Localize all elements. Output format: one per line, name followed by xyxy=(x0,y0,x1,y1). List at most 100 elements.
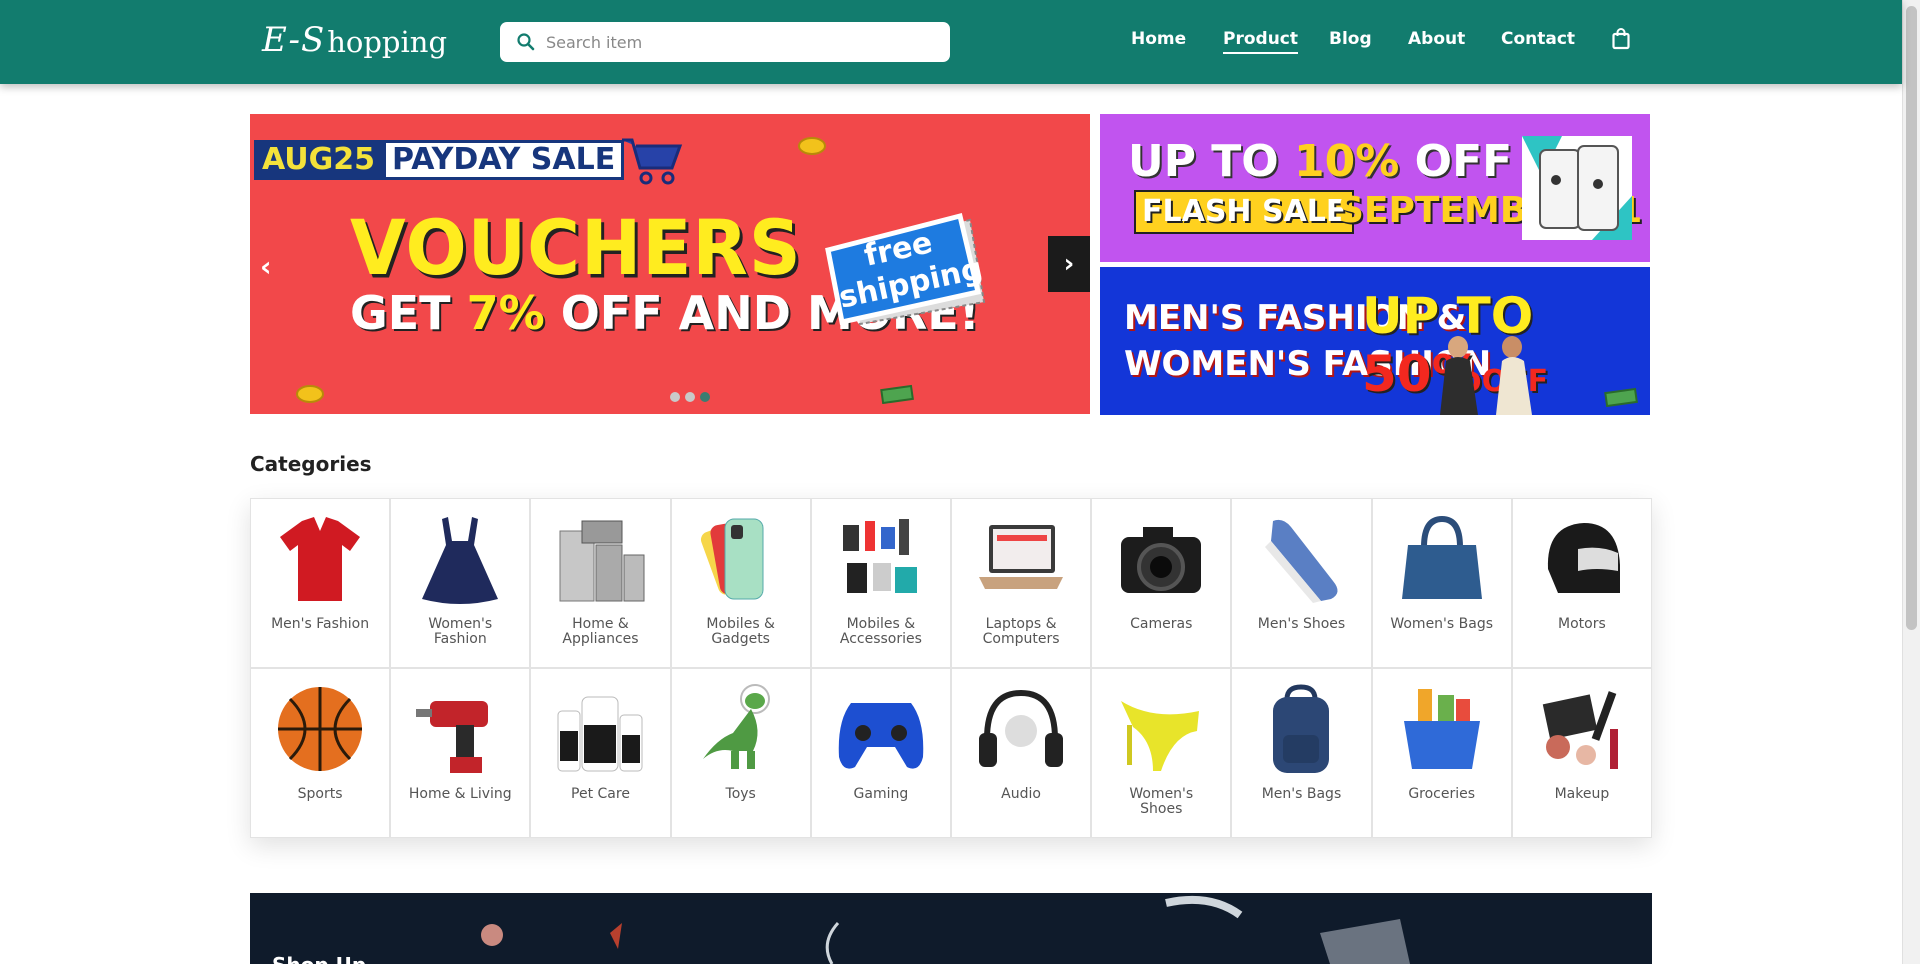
gamepad-icon xyxy=(831,679,931,779)
payday-tag: AUG25 PAYDAY SALE xyxy=(254,140,625,180)
slider-headline: VOUCHERS xyxy=(350,203,802,293)
slider-prev-button[interactable]: ‹ xyxy=(260,250,272,283)
category-audio[interactable]: Audio xyxy=(950,668,1092,838)
category-label: Mobiles & Accessories xyxy=(839,616,922,647)
flash-sale-label: FLASH SALE xyxy=(1134,190,1355,234)
coin-icon xyxy=(296,385,324,403)
category-label: Laptops & Computers xyxy=(982,616,1060,647)
category-groceries[interactable]: Groceries xyxy=(1371,668,1512,838)
drill-icon xyxy=(410,679,510,779)
upto-off: OFF xyxy=(1399,136,1513,187)
cash-icon xyxy=(880,384,914,404)
free-shipping-badge: free shipping xyxy=(820,206,996,336)
nav-contact[interactable]: Contact xyxy=(1501,26,1575,52)
camera-icon xyxy=(1111,509,1211,609)
category-mens-shoes[interactable]: Men's Shoes xyxy=(1231,498,1372,668)
upto-text: UP TO xyxy=(1128,136,1295,187)
category-label: Audio xyxy=(1001,786,1041,802)
category-pet-care[interactable]: Pet Care xyxy=(530,668,671,838)
category-motors[interactable]: Motors xyxy=(1511,498,1652,668)
helmet-icon xyxy=(1532,509,1632,609)
category-label: Makeup xyxy=(1554,786,1610,802)
category-makeup[interactable]: Makeup xyxy=(1511,668,1652,838)
slider-dots xyxy=(670,392,710,402)
categories-heading: Categories xyxy=(250,452,372,476)
sneaker-icon xyxy=(1251,509,1351,609)
category-label: Men's Fashion xyxy=(271,616,370,632)
category-womens-shoes[interactable]: Women's Shoes xyxy=(1091,668,1232,838)
laptop-icon xyxy=(971,509,1071,609)
subline-pct: 7% xyxy=(466,286,545,340)
toy-dinosaur-icon xyxy=(691,679,791,779)
shopping-bag-icon[interactable] xyxy=(1612,28,1630,50)
scrollbar-thumb[interactable] xyxy=(1906,6,1917,630)
cash-icon xyxy=(1604,387,1638,407)
slider-dot-1[interactable] xyxy=(670,392,680,402)
accessories-icon xyxy=(831,509,931,609)
categories-grid: Men's Fashion Women's Fashion Home & App… xyxy=(250,498,1652,838)
basketball-icon xyxy=(270,679,370,779)
top-navbar: E-S hopping Home Product Blog About Cont… xyxy=(0,0,1902,84)
category-label: Men's Shoes xyxy=(1257,616,1346,632)
appliances-icon xyxy=(550,509,650,609)
slider-dot-3[interactable] xyxy=(700,392,710,402)
promo-text: Shop Up xyxy=(272,953,366,964)
upto-pct: 10% xyxy=(1294,136,1400,187)
payday-date: AUG25 xyxy=(254,140,384,180)
category-label: Women's Bags xyxy=(1390,616,1494,632)
pet-bottles-icon xyxy=(550,679,650,779)
phone-graphic-icon xyxy=(1522,136,1632,240)
handbag-icon xyxy=(1392,509,1492,609)
fashion-sale-banner[interactable]: MEN'S FASHION & WOMEN'S FASHION UP TO 50… xyxy=(1100,267,1650,415)
category-label: Motors xyxy=(1558,616,1606,632)
category-label: Toys xyxy=(725,786,756,802)
coin-icon xyxy=(798,137,826,155)
nav-blog[interactable]: Blog xyxy=(1329,26,1372,52)
category-laptops-computers[interactable]: Laptops & Computers xyxy=(950,498,1092,668)
headphones-icon xyxy=(971,679,1071,779)
category-mobiles-gadgets[interactable]: Mobiles & Gadgets xyxy=(670,498,811,668)
page-scrollbar[interactable] xyxy=(1902,0,1920,964)
backpack-icon xyxy=(1251,679,1351,779)
promo-decor-icon xyxy=(481,895,1410,964)
cart-graphic-icon xyxy=(622,138,683,185)
nav-about[interactable]: About xyxy=(1408,26,1465,52)
tshirt-icon xyxy=(270,509,370,609)
category-label: Home & Appliances xyxy=(562,616,639,647)
promo-strip[interactable]: Shop Up xyxy=(250,893,1652,964)
category-label: Women's Fashion xyxy=(428,616,493,647)
payday-text: PAYDAY SALE xyxy=(383,140,625,180)
category-mens-bags[interactable]: Men's Bags xyxy=(1231,668,1372,838)
grocery-basket-icon xyxy=(1392,679,1492,779)
flash-sale-banner[interactable]: UP TO 10% OFF FLASH SALE SEPTEMBER 01 xyxy=(1100,114,1650,262)
category-label: Home & Living xyxy=(408,786,512,802)
slider-dot-2[interactable] xyxy=(685,392,695,402)
category-home-appliances[interactable]: Home & Appliances xyxy=(530,498,671,668)
category-mobiles-accessories[interactable]: Mobiles & Accessories xyxy=(810,498,951,668)
category-label: Groceries xyxy=(1408,786,1476,802)
heels-icon xyxy=(1111,679,1211,779)
category-mens-fashion[interactable]: Men's Fashion xyxy=(250,498,391,668)
hero-slider[interactable]: AUG25 PAYDAY SALE VOUCHERS GET 7% OFF AN… xyxy=(250,114,1090,414)
category-womens-fashion[interactable]: Women's Fashion xyxy=(390,498,531,668)
nav-product[interactable]: Product xyxy=(1223,26,1298,54)
category-label: Men's Bags xyxy=(1261,786,1342,802)
flash-sale-headline: UP TO 10% OFF xyxy=(1128,136,1512,187)
fashion-models-icon xyxy=(1416,333,1556,415)
makeup-icon xyxy=(1532,679,1632,779)
category-label: Mobiles & Gadgets xyxy=(706,616,775,647)
category-label: Women's Shoes xyxy=(1129,786,1194,817)
category-gaming[interactable]: Gaming xyxy=(810,668,951,838)
category-cameras[interactable]: Cameras xyxy=(1091,498,1232,668)
category-sports[interactable]: Sports xyxy=(250,668,391,838)
category-toys[interactable]: Toys xyxy=(670,668,811,838)
nav-home[interactable]: Home xyxy=(1131,26,1186,52)
category-label: Cameras xyxy=(1130,616,1193,632)
phone-icon xyxy=(691,509,791,609)
category-label: Sports xyxy=(297,786,343,802)
subline-pre: GET xyxy=(350,286,467,340)
category-home-living[interactable]: Home & Living xyxy=(390,668,531,838)
category-label: Gaming xyxy=(853,786,909,802)
category-womens-bags[interactable]: Women's Bags xyxy=(1371,498,1512,668)
slider-next-button[interactable]: › xyxy=(1048,236,1090,292)
